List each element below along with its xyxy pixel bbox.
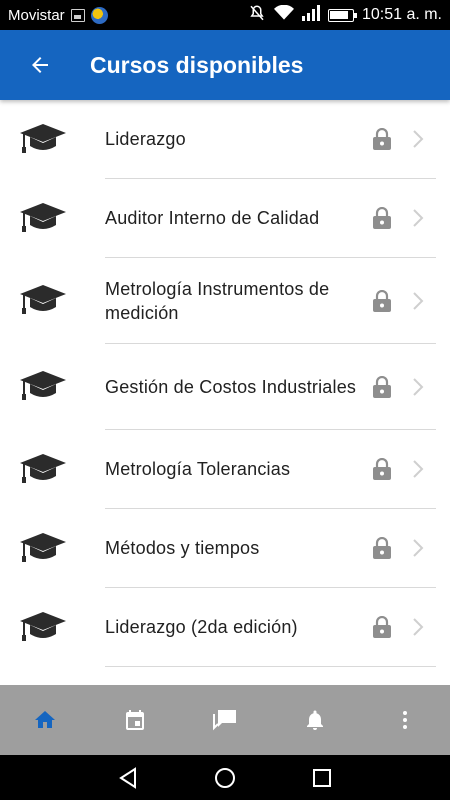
chevron-right-icon (413, 291, 424, 310)
system-back-button[interactable] (108, 758, 148, 798)
app-notification-icon (90, 6, 108, 24)
app-bar: Cursos disponibles (0, 30, 450, 100)
messages-icon (213, 710, 236, 731)
course-list-item[interactable]: Metrología Tolerancias (0, 430, 450, 509)
system-home-button[interactable] (205, 758, 245, 798)
nav-notifications-button[interactable] (285, 690, 345, 750)
mute-icon (248, 4, 266, 26)
graduation-cap-icon (19, 202, 66, 232)
course-title: Metrología Instrumentos de medición (105, 278, 330, 323)
chevron-right-icon (413, 618, 424, 636)
lock-icon (373, 616, 391, 638)
course-title: Gestión de Costos Industriales (105, 376, 357, 397)
course-list-item[interactable]: Liderazgo (2da edición) (0, 588, 450, 667)
course-list: Liderazgo Auditor Interno de Calidad Met… (0, 100, 450, 685)
lock-icon (373, 207, 391, 229)
chevron-right-icon (413, 377, 424, 396)
nav-more-button[interactable] (375, 690, 435, 750)
system-navigation-bar (0, 755, 450, 800)
lock-icon (373, 128, 391, 150)
more-vert-icon (403, 711, 407, 729)
home-icon (35, 711, 55, 728)
course-title: Auditor Interno de Calidad (105, 208, 320, 228)
back-button[interactable] (0, 30, 80, 100)
system-recents-button[interactable] (302, 758, 342, 798)
course-list-item[interactable]: Metrología Instrumentos de medición (0, 258, 450, 344)
chevron-right-icon (413, 539, 424, 557)
lock-icon (373, 458, 391, 480)
battery-icon (327, 8, 357, 22)
chevron-right-icon (413, 209, 424, 227)
triangle-back-icon (119, 766, 137, 789)
course-list-item[interactable]: Métodos y tiempos (0, 509, 450, 588)
arrow-back-icon (32, 57, 48, 73)
graduation-cap-icon (19, 123, 66, 153)
course-title: Liderazgo (105, 129, 186, 149)
course-title: Metrología Tolerancias (105, 459, 291, 479)
course-list-item[interactable]: Liderazgo (0, 100, 450, 179)
nav-home-button[interactable] (15, 690, 75, 750)
image-notification-icon (70, 8, 85, 22)
graduation-cap-icon (19, 285, 66, 314)
carrier-name: Movistar (8, 6, 65, 24)
signal-icon (301, 5, 320, 25)
chevron-right-icon (413, 130, 424, 148)
lock-icon (373, 289, 391, 312)
nav-calendar-button[interactable] (105, 690, 165, 750)
graduation-cap-icon (19, 611, 66, 641)
course-title: Liderazgo (2da edición) (105, 617, 298, 637)
graduation-cap-icon (19, 532, 66, 562)
clock: 10:51 a. m. (361, 6, 442, 23)
lock-icon (373, 375, 391, 398)
calendar-icon (126, 710, 144, 730)
wifi-icon (273, 4, 294, 25)
status-bar: Movistar 10:51 a. m. (0, 0, 450, 30)
course-list-item[interactable]: Auditor Interno de Calidad (0, 179, 450, 258)
course-title: Métodos y tiempos (105, 538, 260, 558)
graduation-cap-icon (19, 371, 66, 400)
circle-home-icon (214, 767, 235, 788)
bottom-navigation (0, 685, 450, 755)
lock-icon (373, 537, 391, 559)
bell-icon (307, 710, 323, 730)
chevron-right-icon (413, 460, 424, 478)
course-list-item[interactable]: Gestión de Costos Industriales (0, 344, 450, 430)
page-title: Cursos disponibles (90, 51, 304, 78)
graduation-cap-icon (19, 453, 66, 483)
square-recents-icon (312, 768, 331, 787)
nav-messages-button[interactable] (195, 690, 255, 750)
